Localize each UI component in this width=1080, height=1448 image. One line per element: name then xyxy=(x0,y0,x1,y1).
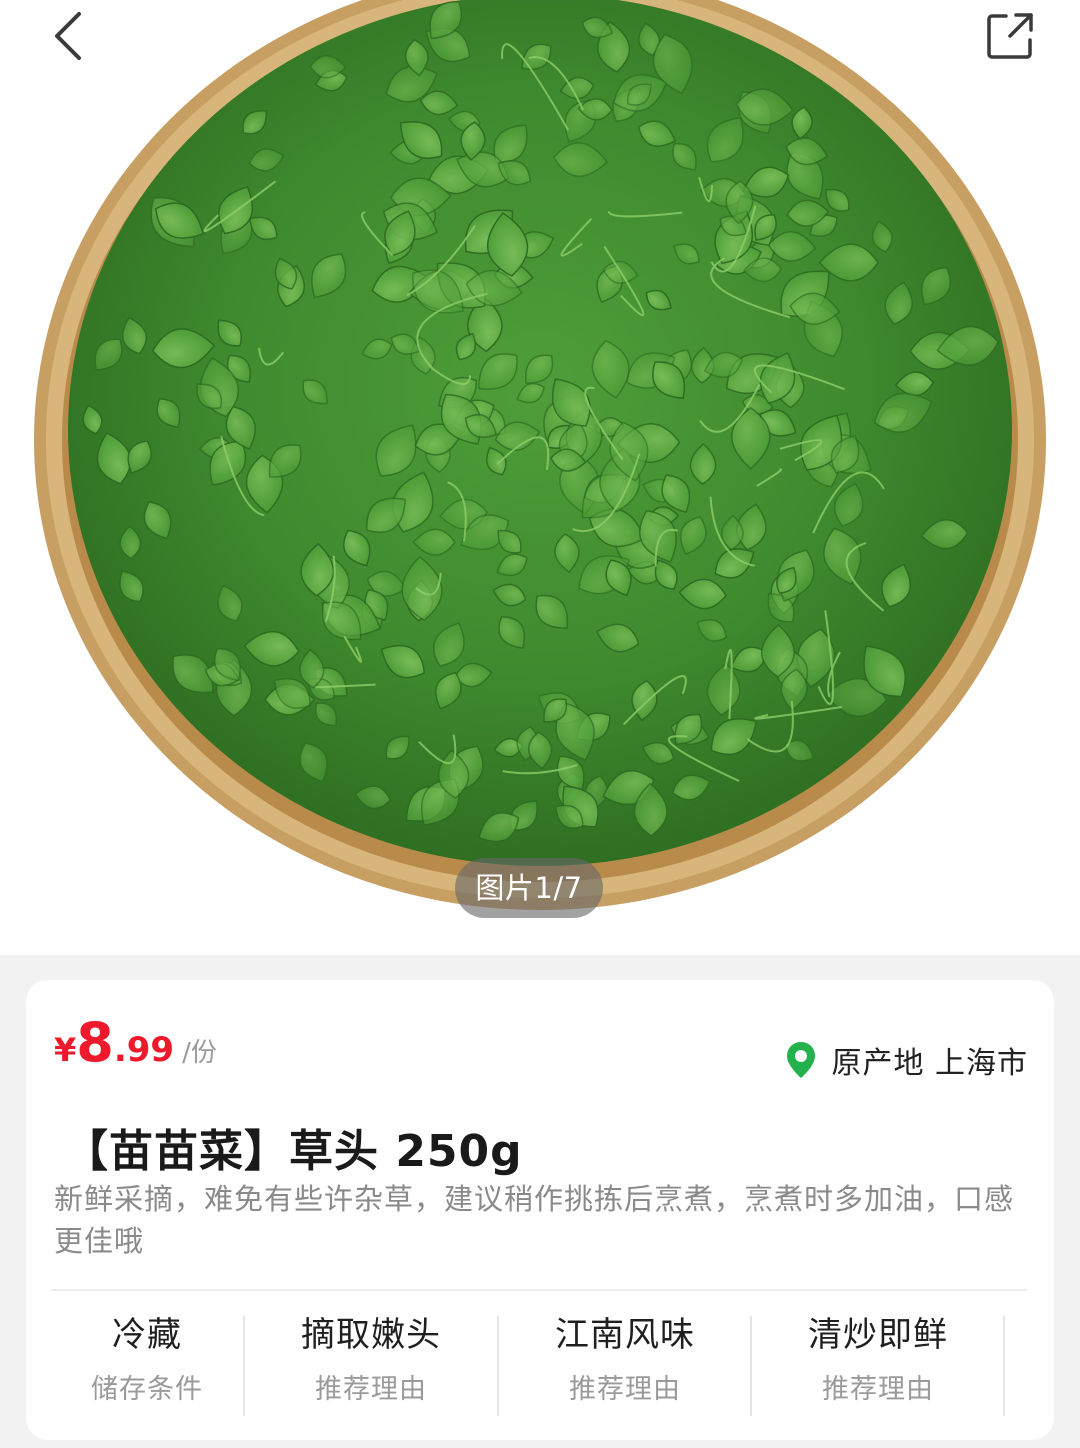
feature-subtitle: 推荐理由 xyxy=(569,1374,681,1405)
feature-title: 冷藏 xyxy=(112,1315,182,1355)
price-integer: 8 xyxy=(76,1011,114,1074)
product-title: 【苗苗菜】草头 250g xyxy=(64,1126,523,1177)
origin-text: 原产地 上海市 xyxy=(831,1046,1028,1081)
product-image-gallery[interactable]: 图片1/7 xyxy=(0,0,1080,955)
back-button[interactable] xyxy=(40,8,96,64)
feature-item: 江南风味 推荐理由 xyxy=(499,1312,751,1420)
feature-title: 摘取嫩头 xyxy=(301,1315,441,1355)
feature-subtitle: 推荐理由 xyxy=(822,1374,934,1405)
chevron-left-icon xyxy=(55,12,81,60)
product-photo-greens-basket xyxy=(34,0,1046,910)
feature-item: 摘取嫩头 推荐理由 xyxy=(245,1312,497,1420)
feature-list: 冷藏 储存条件 摘取嫩头 推荐理由 江南风味 推荐理由 清炒即鲜 推荐理由 xyxy=(26,1312,1054,1420)
feature-subtitle: 推荐理由 xyxy=(315,1374,427,1405)
feature-title: 清炒即鲜 xyxy=(808,1315,948,1355)
feature-title: 江南风味 xyxy=(555,1315,695,1355)
share-button[interactable] xyxy=(978,4,1042,68)
price: ¥ 8 .99 /份 xyxy=(54,1016,217,1076)
origin-info: 原产地 上海市 xyxy=(785,1036,1028,1084)
feature-subtitle: 储存条件 xyxy=(91,1374,203,1405)
feature-separator xyxy=(1003,1316,1005,1416)
product-description: 新鲜采摘，难免有些许杂草，建议稍作挑拣后烹煮，烹煮时多加油，口感更佳哦 xyxy=(54,1182,1015,1258)
image-counter: 图片1/7 xyxy=(455,858,603,918)
price-decimal: .99 xyxy=(113,1030,175,1070)
product-info-card: ¥ 8 .99 /份 原产地 上海市 【苗苗菜】草头 250g 新鲜采摘，难免有… xyxy=(26,980,1054,1440)
divider xyxy=(52,1289,1027,1291)
feature-item: 冷藏 储存条件 xyxy=(52,1312,242,1420)
share-external-icon xyxy=(987,13,1033,59)
feature-item: 清炒即鲜 推荐理由 xyxy=(752,1312,1004,1420)
price-currency: ¥ xyxy=(54,1031,77,1069)
location-pin-icon xyxy=(787,1042,816,1078)
price-unit: /份 xyxy=(182,1038,217,1068)
